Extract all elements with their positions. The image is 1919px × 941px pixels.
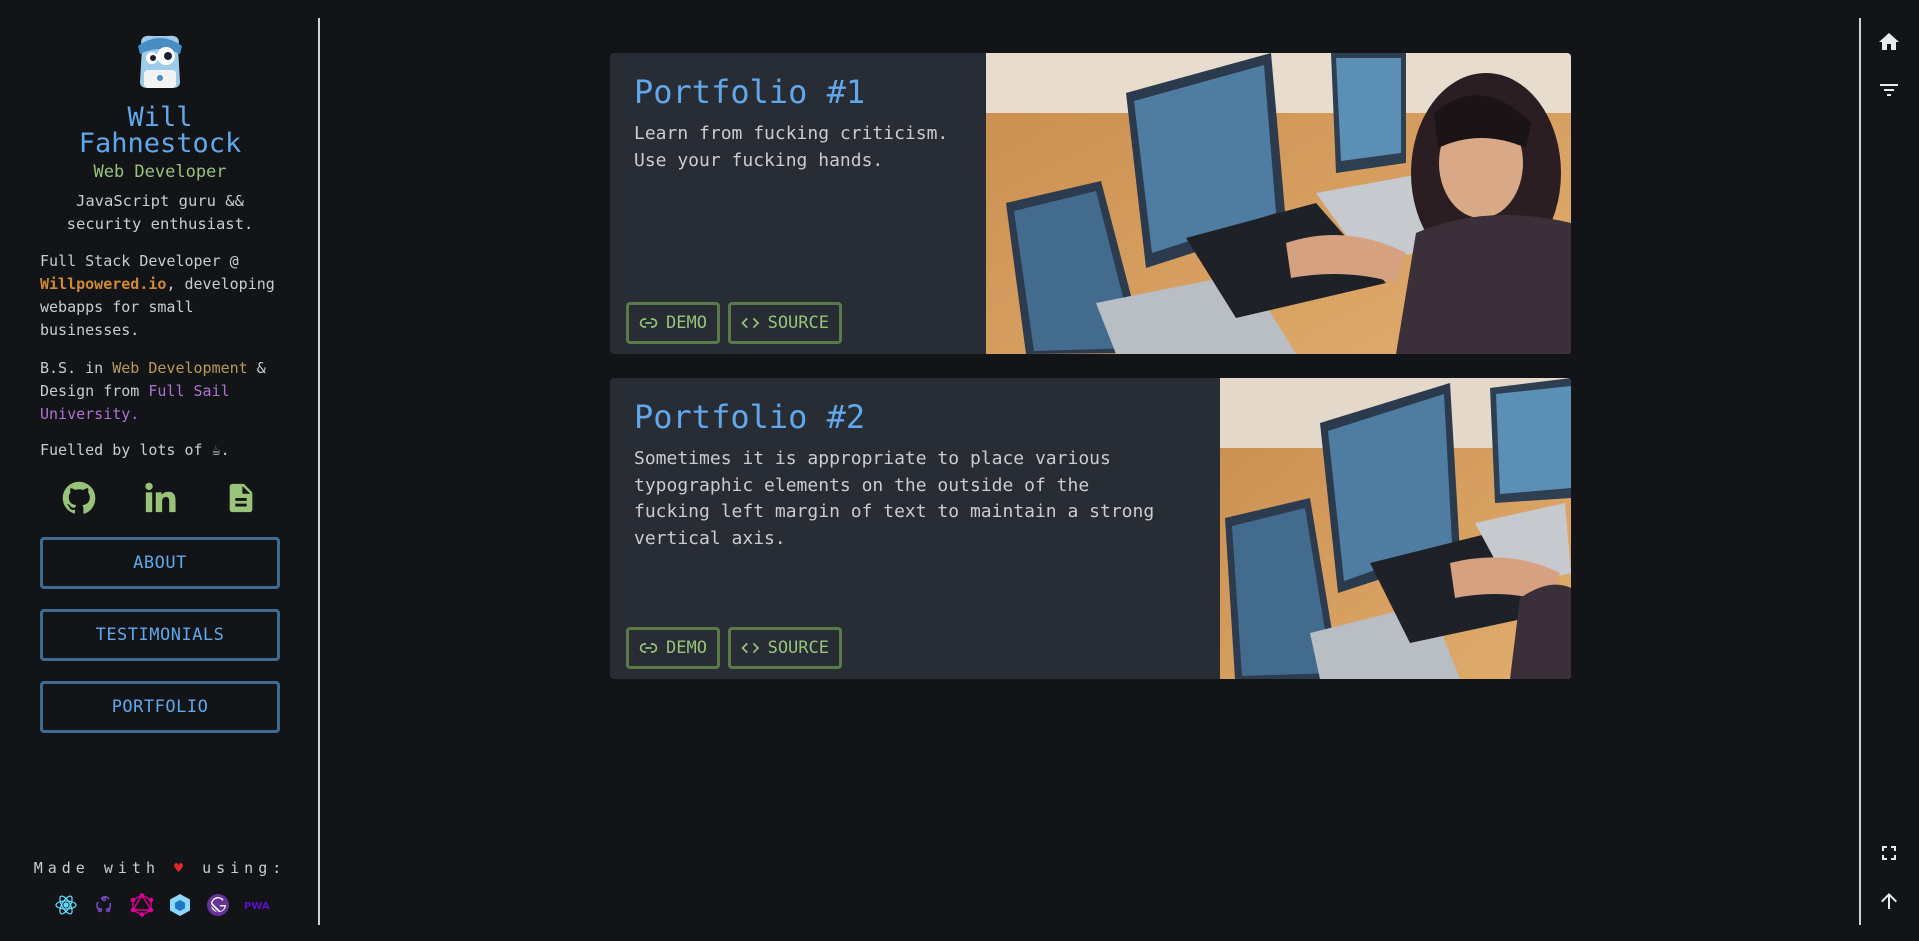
project-card: Portfolio #1 Learn from fucking criticis… bbox=[610, 53, 1571, 354]
arrow-up-icon[interactable] bbox=[1877, 889, 1901, 913]
code-icon bbox=[741, 317, 760, 329]
demo-label: DEMO bbox=[666, 638, 707, 658]
project-image bbox=[986, 53, 1571, 354]
fullscreen-icon[interactable] bbox=[1877, 841, 1901, 865]
bio-coffee: Fuelled by lots of ☕. bbox=[40, 441, 230, 459]
resume-icon[interactable] bbox=[224, 480, 258, 516]
project-title: Portfolio #2 bbox=[634, 398, 866, 436]
tech-stack: PWA bbox=[52, 893, 272, 921]
github-icon[interactable] bbox=[62, 480, 96, 516]
bio-employment: Full Stack Developer @ Willpowered.io, d… bbox=[40, 250, 290, 342]
project-title: Portfolio #1 bbox=[634, 73, 866, 111]
demo-button[interactable]: DEMO bbox=[626, 302, 720, 344]
avatar-gopher-icon bbox=[138, 35, 182, 88]
heart-icon: ♥ bbox=[174, 859, 189, 877]
gatsby-icon[interactable] bbox=[206, 893, 230, 917]
bio-employment-prefix: Full Stack Developer @ bbox=[40, 252, 239, 270]
made-with-prefix: Made with bbox=[33, 859, 175, 877]
source-label: SOURCE bbox=[767, 313, 829, 333]
source-button[interactable]: SOURCE bbox=[728, 302, 842, 344]
project-image bbox=[1220, 378, 1571, 679]
demo-label: DEMO bbox=[666, 313, 707, 333]
home-icon[interactable] bbox=[1877, 30, 1901, 54]
bio-education: B.S. in Web Development & Design from Fu… bbox=[40, 357, 290, 426]
pwa-label: PWA bbox=[244, 901, 270, 912]
willpowered-link[interactable]: Willpowered.io bbox=[40, 275, 166, 293]
profile-tagline: JavaScript guru && security enthusiast. bbox=[66, 192, 254, 233]
about-button[interactable]: ABOUT bbox=[40, 537, 280, 589]
web-development-link[interactable]: Web Development bbox=[112, 359, 247, 377]
webpack-icon[interactable] bbox=[168, 893, 192, 917]
social-links bbox=[40, 480, 280, 520]
bio-education-prefix: B.S. in bbox=[40, 359, 113, 377]
redux-icon[interactable] bbox=[92, 893, 116, 917]
pwa-icon[interactable]: PWA bbox=[244, 893, 272, 917]
project-description: Learn from fucking criticism. Use your f… bbox=[634, 123, 949, 171]
testimonials-button[interactable]: TESTIMONIALS bbox=[40, 609, 280, 661]
link-icon bbox=[639, 643, 658, 653]
source-button[interactable]: SOURCE bbox=[728, 627, 842, 669]
avatar bbox=[128, 26, 192, 90]
made-with-label: Made with ♥ using: bbox=[0, 859, 320, 877]
filter-icon[interactable] bbox=[1877, 78, 1901, 102]
project-card: Portfolio #2 Sometimes it is appropriate… bbox=[610, 378, 1571, 679]
sidebar-divider bbox=[318, 18, 320, 925]
profile-role: Web Developer bbox=[93, 162, 227, 182]
project-description: Sometimes it is appropriate to place var… bbox=[634, 448, 1155, 549]
made-with-suffix: using: bbox=[188, 859, 287, 877]
graphql-icon[interactable] bbox=[130, 893, 154, 917]
developer-at-computer-image bbox=[986, 53, 1571, 354]
demo-button[interactable]: DEMO bbox=[626, 627, 720, 669]
right-rail-divider bbox=[1859, 18, 1861, 925]
source-label: SOURCE bbox=[767, 638, 829, 658]
react-icon[interactable] bbox=[54, 893, 78, 917]
sidebar: Will Fahnestock Web Developer JavaScript… bbox=[0, 0, 320, 941]
code-icon bbox=[741, 642, 760, 654]
profile-name-last: Fahnestock bbox=[78, 128, 242, 159]
link-icon bbox=[639, 318, 658, 328]
linkedin-icon[interactable] bbox=[143, 480, 177, 516]
developer-at-computer-image bbox=[1220, 378, 1571, 679]
portfolio-button[interactable]: PORTFOLIO bbox=[40, 681, 280, 733]
